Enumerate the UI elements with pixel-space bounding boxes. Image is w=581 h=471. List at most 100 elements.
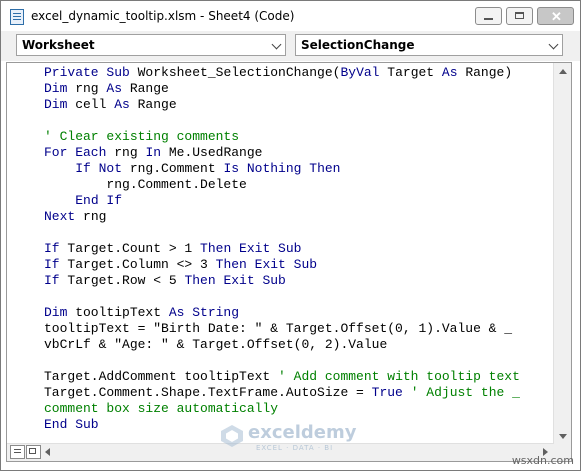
code-keyword: Is Nothing Then: [223, 161, 341, 176]
code-keyword: As String: [168, 305, 240, 320]
code-token: rng: [75, 209, 107, 224]
code-keyword: For Each: [44, 145, 107, 160]
code-line[interactable]: Dim tooltipText As String: [44, 305, 534, 321]
code-line[interactable]: [44, 113, 534, 129]
code-line[interactable]: rng.Comment.Delete: [44, 177, 534, 193]
code-token: tooltipText: [67, 305, 169, 320]
code-token: Range: [122, 81, 169, 96]
code-token: Worksheet_SelectionChange(: [137, 65, 341, 80]
maximize-button[interactable]: [506, 7, 533, 25]
code-token: tooltipText = "Birth Date: " & Target.Of…: [44, 321, 513, 336]
code-line[interactable]: If Target.Count > 1 Then Exit Sub: [44, 241, 534, 257]
full-module-view-icon: [29, 448, 36, 454]
code-keyword: As: [114, 97, 130, 112]
code-line[interactable]: vbCrLf & "Age: " & Target.Offset(0, 2).V…: [44, 337, 534, 353]
procedure-dropdown[interactable]: SelectionChange: [295, 34, 563, 56]
site-label: wsxdn.com: [511, 454, 574, 467]
full-module-view-button[interactable]: [26, 445, 41, 459]
code-token: Target: [379, 65, 442, 80]
code-token: rng.Comment.Delete: [44, 177, 247, 192]
code-keyword: Dim: [44, 81, 68, 96]
minimize-icon: [484, 18, 493, 20]
procedure-view-button[interactable]: [10, 445, 25, 459]
code-keyword: Next: [44, 209, 76, 224]
code-keyword: If Not: [75, 161, 123, 176]
code-token: Target.AddComment tooltipText: [44, 369, 279, 384]
code-line[interactable]: If Target.Column <> 3 Then Exit Sub: [44, 257, 534, 273]
code-keyword: True: [371, 385, 403, 400]
code-token: vbCrLf & "Age: " & Target.Offset(0, 2).V…: [44, 337, 388, 352]
close-button[interactable]: ✕: [537, 7, 574, 25]
code-line[interactable]: If Target.Row < 5 Then Exit Sub: [44, 273, 534, 289]
code-token: cell: [67, 97, 115, 112]
code-token: rng: [67, 81, 107, 96]
code-token: Range): [457, 65, 513, 80]
code-line[interactable]: Target.AddComment tooltipText ' Add comm…: [44, 369, 534, 385]
procedure-dropdown-value: SelectionChange: [301, 38, 415, 52]
watermark-tagline: EXCEL · DATA · BI: [256, 444, 334, 452]
code-keyword: Then Exit Sub: [184, 273, 286, 288]
chevron-down-icon: [548, 39, 559, 50]
code-token: Range: [129, 97, 177, 112]
code-editor[interactable]: Private Sub Worksheet_SelectionChange(By…: [6, 62, 572, 462]
code-keyword: Private Sub: [44, 65, 138, 80]
code-keyword: In: [145, 145, 162, 160]
code-keyword: Dim: [44, 305, 68, 320]
code-keyword: End Sub: [44, 417, 99, 432]
code-line[interactable]: [44, 353, 534, 369]
code-keyword: ByVal: [340, 65, 380, 80]
code-token: Me.UsedRange: [161, 145, 263, 160]
maximize-icon: [515, 12, 524, 19]
code-token: Target.Comment.Shape.TextFrame.AutoSize …: [44, 385, 372, 400]
minimize-button[interactable]: [475, 7, 502, 25]
code-token: Target.Column <> 3: [59, 257, 216, 272]
window-title: excel_dynamic_tooltip.xlsm - Sheet4 (Cod…: [31, 9, 295, 23]
code-comment: ' Clear existing comments: [44, 129, 240, 144]
code-line[interactable]: If Not rng.Comment Is Nothing Then: [44, 161, 534, 177]
code-line[interactable]: Dim cell As Range: [44, 97, 534, 113]
code-keyword: Then Exit Sub: [200, 241, 302, 256]
code-comment: comment box size automatically: [44, 401, 279, 416]
code-line[interactable]: ' Clear existing comments: [44, 129, 534, 145]
code-token: Target.Row < 5: [59, 273, 185, 288]
code-line[interactable]: [44, 289, 534, 305]
code-line[interactable]: [44, 225, 534, 241]
chevron-down-icon: [271, 39, 282, 50]
code-keyword: If: [44, 257, 60, 272]
code-keyword: As: [106, 81, 123, 96]
code-keyword: End If: [75, 193, 123, 208]
code-line[interactable]: Next rng: [44, 209, 534, 225]
code-token: Target.Count > 1: [59, 241, 201, 256]
vba-module-icon: [10, 9, 24, 25]
watermark-name: exceldemy: [248, 422, 357, 443]
code-line[interactable]: comment box size automatically: [44, 401, 534, 417]
title-bar[interactable]: excel_dynamic_tooltip.xlsm - Sheet4 (Cod…: [1, 1, 580, 31]
exceldemy-logo-icon: [221, 425, 243, 447]
code-line[interactable]: For Each rng In Me.UsedRange: [44, 145, 534, 161]
vertical-scrollbar[interactable]: [553, 63, 571, 445]
scroll-down-icon[interactable]: [559, 434, 567, 439]
code-keyword: As: [441, 65, 458, 80]
code-line[interactable]: Target.Comment.Shape.TextFrame.AutoSize …: [44, 385, 534, 401]
code-comment: ' Add comment with tooltip text: [278, 369, 520, 384]
code-text-area[interactable]: Private Sub Worksheet_SelectionChange(By…: [44, 65, 534, 440]
code-keyword: If: [44, 241, 60, 256]
code-token: rng: [106, 145, 146, 160]
object-dropdown[interactable]: Worksheet: [16, 34, 286, 56]
code-line[interactable]: Dim rng As Range: [44, 81, 534, 97]
code-keyword: If: [44, 273, 60, 288]
exceldemy-watermark: exceldemy EXCEL · DATA · BI: [220, 420, 370, 454]
scroll-left-icon[interactable]: [45, 448, 50, 456]
code-line[interactable]: Private Sub Worksheet_SelectionChange(By…: [44, 65, 534, 81]
procedure-view-icon: [14, 449, 21, 450]
code-keyword: Then Exit Sub: [215, 257, 318, 272]
code-line[interactable]: End If: [44, 193, 534, 209]
close-icon: ✕: [551, 9, 562, 24]
code-keyword: Dim: [44, 97, 68, 112]
code-line[interactable]: tooltipText = "Birth Date: " & Target.Of…: [44, 321, 534, 337]
scroll-up-icon[interactable]: [559, 69, 567, 74]
code-token: rng.Comment: [122, 161, 224, 176]
